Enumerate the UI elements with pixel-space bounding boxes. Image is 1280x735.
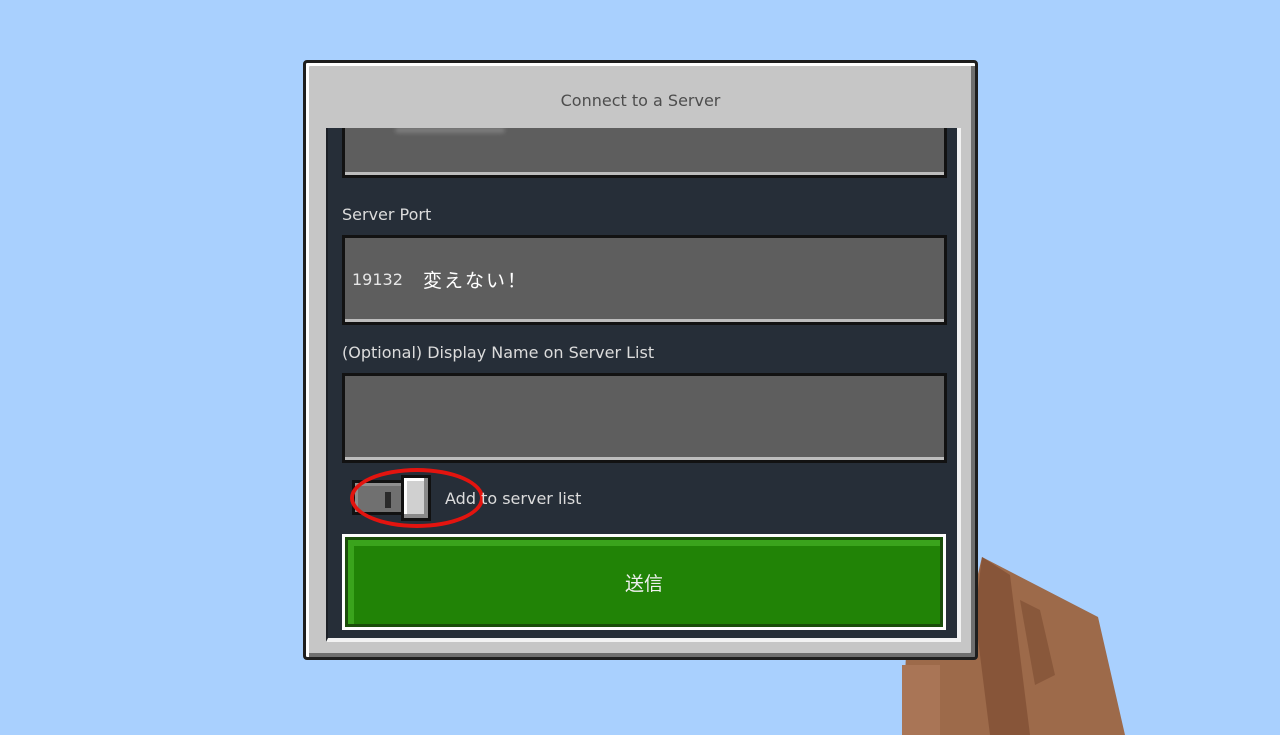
redacted-text <box>395 128 505 133</box>
server-port-value: 19132 <box>352 270 403 289</box>
display-name-label: (Optional) Display Name on Server List <box>342 343 655 362</box>
server-port-label: Server Port <box>342 205 432 224</box>
add-to-list-label: Add to server list <box>445 489 582 508</box>
server-address-field[interactable] <box>342 128 947 178</box>
dialog-scroll-panel[interactable]: Server Port 19132 変えない！ (Optional) Displ… <box>326 128 961 642</box>
server-port-field[interactable]: 19132 変えない！ <box>342 235 947 325</box>
port-annotation: 変えない！ <box>423 270 529 292</box>
submit-button[interactable]: 送信 <box>342 534 946 630</box>
connect-server-dialog: Connect to a Server Server Port 19132 変え… <box>303 60 978 660</box>
submit-label: 送信 <box>624 572 663 595</box>
dialog-title: Connect to a Server <box>560 91 721 110</box>
display-name-field[interactable] <box>342 373 947 463</box>
game-scene: Connect to a Server Server Port 19132 変え… <box>0 0 1280 735</box>
